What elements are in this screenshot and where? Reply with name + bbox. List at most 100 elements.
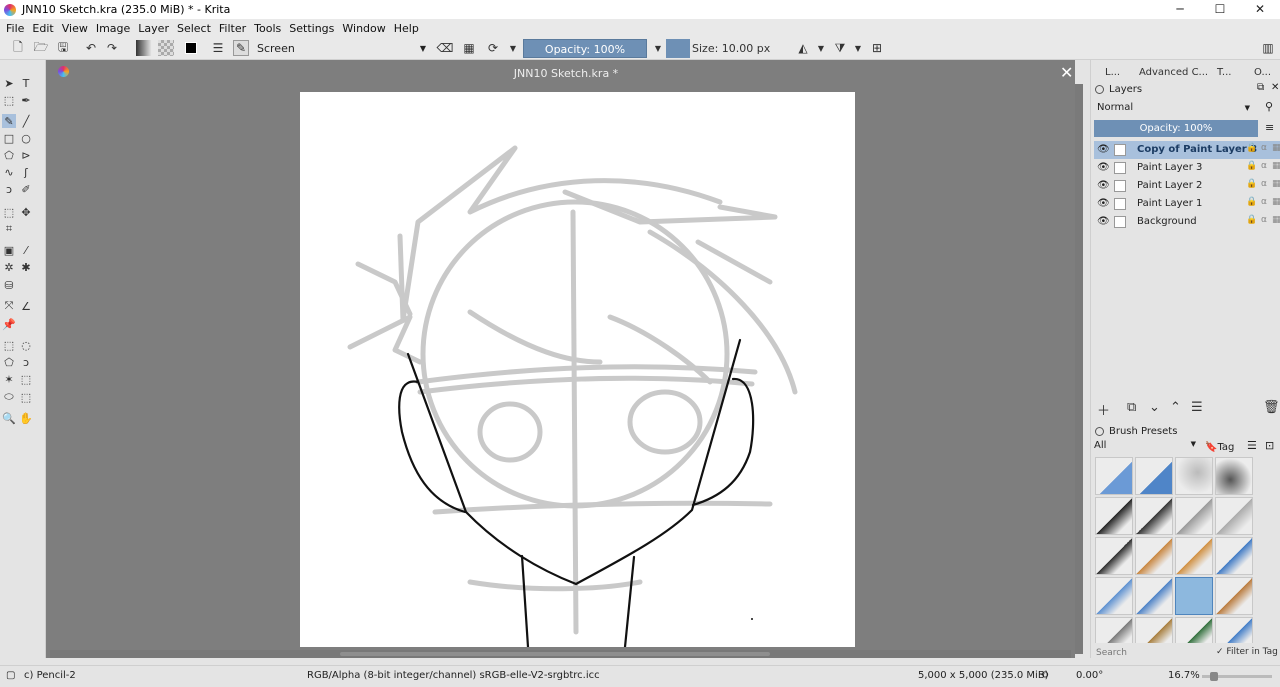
menu-image[interactable]: Image <box>96 22 130 35</box>
magnetic-selection-tool-icon[interactable]: ⬚ <box>19 390 33 404</box>
brush-preset-icon[interactable]: ✎ <box>233 40 249 56</box>
close-window-button[interactable]: ✕ <box>1240 0 1280 19</box>
smart-patch-tool-icon[interactable]: ✱ <box>19 260 33 274</box>
brush-settings-icon[interactable]: ☰ <box>210 40 226 56</box>
add-layer-icon[interactable]: ＋ <box>1097 400 1110 419</box>
rectangular-selection-tool-icon[interactable]: ⬚ <box>2 338 16 352</box>
selection-mode-icon[interactable]: ▢ <box>6 670 15 681</box>
document-tab[interactable]: JNN10 Sketch.kra * ✕ <box>46 60 1075 84</box>
drawing-canvas[interactable] <box>300 92 855 647</box>
brush-search-input[interactable]: Search <box>1094 646 1206 660</box>
brush-preset[interactable] <box>1095 537 1133 575</box>
brush-preset[interactable] <box>1215 537 1253 575</box>
eraser-mode-icon[interactable]: ⌫ <box>437 40 454 56</box>
reload-preset-icon[interactable]: ⟳ <box>485 40 501 56</box>
layer-blend-mode-select[interactable]: Normal ▼ <box>1094 100 1254 116</box>
brush-preset[interactable] <box>1095 577 1133 615</box>
freehand-path-tool-icon[interactable]: ʃ <box>19 165 33 179</box>
lock-icon[interactable]: 🔒 <box>1246 161 1257 171</box>
inherit-alpha-icon[interactable]: α <box>1261 179 1267 189</box>
duplicate-layer-icon[interactable]: ⧉ <box>1127 400 1136 415</box>
rotation-label[interactable]: 0.00° <box>1076 670 1103 681</box>
assistant-tool-icon[interactable]: ⤧ <box>2 299 16 313</box>
menu-view[interactable]: View <box>62 22 88 35</box>
move-layer-down-icon[interactable]: ⌄ <box>1149 400 1160 415</box>
tab-tool-options[interactable]: T... <box>1217 67 1231 78</box>
menu-select[interactable]: Select <box>177 22 211 35</box>
brush-preset-eraser[interactable] <box>1095 457 1133 495</box>
rotate-icon[interactable]: ⟲ <box>1040 670 1048 681</box>
visibility-eye-icon[interactable]: 👁 <box>1097 144 1110 155</box>
tab-advanced-color[interactable]: Advanced C... <box>1139 67 1208 78</box>
new-document-icon[interactable]: 🗋 <box>10 40 26 56</box>
brush-preset[interactable] <box>1175 457 1213 495</box>
transform-tool-icon[interactable]: ⬚ <box>2 205 16 219</box>
brush-preset[interactable] <box>1175 497 1213 535</box>
colorize-mask-tool-icon[interactable]: ✲ <box>2 260 16 274</box>
layer-row[interactable]: 👁 Paint Layer 1 🔒 α ▦ <box>1094 195 1280 213</box>
polyline-tool-icon[interactable]: ⊳ <box>19 148 33 162</box>
opacity-slider[interactable]: Opacity: 100% <box>523 39 647 58</box>
rectangle-tool-icon[interactable]: □ <box>2 131 16 145</box>
brush-filter-select[interactable]: All ▼ <box>1094 440 1198 455</box>
brush-preset[interactable] <box>1215 497 1253 535</box>
freehand-brush-tool-icon[interactable]: ✎ <box>2 114 16 128</box>
pan-tool-icon[interactable]: ✋ <box>19 411 33 425</box>
zoom-slider-handle[interactable] <box>1210 672 1218 681</box>
visibility-eye-icon[interactable]: 👁 <box>1097 162 1110 173</box>
mirror-vertical-icon[interactable]: ⧩ <box>832 40 848 56</box>
measure-tool-icon[interactable]: ∠ <box>19 299 33 313</box>
horizontal-scroll-thumb[interactable] <box>340 652 770 656</box>
lock-icon[interactable]: 🔒 <box>1246 143 1257 153</box>
tag-button[interactable]: 🔖 Tag <box>1205 440 1234 455</box>
bezier-selection-tool-icon[interactable]: ⬭ <box>2 390 16 404</box>
brush-preset[interactable] <box>1215 577 1253 615</box>
undo-icon[interactable]: ↶ <box>83 40 99 56</box>
fg-bg-color-icon[interactable] <box>183 40 199 56</box>
filter-in-tag-checkbox[interactable]: ✓ Filter in Tag <box>1216 647 1278 657</box>
menu-edit[interactable]: Edit <box>32 22 53 35</box>
layer-row[interactable]: 👁 Background 🔒 α ▦ <box>1094 213 1280 231</box>
brush-preset[interactable] <box>1095 617 1133 643</box>
size-slider[interactable]: Size: 10.00 px <box>666 39 788 58</box>
brush-preset[interactable] <box>1135 457 1173 495</box>
layer-properties-icon[interactable]: ☰ <box>1191 400 1203 415</box>
elliptical-selection-tool-icon[interactable]: ◌ <box>19 338 33 352</box>
line-tool-icon[interactable]: ╱ <box>19 114 33 128</box>
contiguous-selection-tool-icon[interactable]: ✶ <box>2 372 16 386</box>
chevron-down-icon[interactable]: ▼ <box>813 40 829 56</box>
layer-row[interactable]: 👁 Copy of Paint Layer 3 🔒 α ▦ <box>1094 141 1280 159</box>
storage-icon[interactable]: ⊡ <box>1265 439 1274 452</box>
layer-row[interactable]: 👁 Paint Layer 3 🔒 α ▦ <box>1094 159 1280 177</box>
multibrush-tool-icon[interactable]: ✐ <box>19 182 33 196</box>
inherit-alpha-icon[interactable]: α <box>1261 215 1267 225</box>
menu-file[interactable]: File <box>6 22 24 35</box>
color-picker-tool-icon[interactable]: ⁄ <box>19 243 33 257</box>
pattern-swatch-icon[interactable] <box>158 40 174 56</box>
save-icon[interactable]: 🖫 <box>55 40 71 56</box>
brush-preset[interactable] <box>1135 497 1173 535</box>
filter-icon[interactable]: ⚲ <box>1265 100 1273 113</box>
dynamic-brush-tool-icon[interactable]: ↄ <box>2 182 16 196</box>
alpha-lock-icon[interactable]: ▦ <box>1272 161 1280 171</box>
canvas-area[interactable]: JNN10 Sketch.kra * ✕ <box>46 60 1083 658</box>
inherit-alpha-icon[interactable]: α <box>1261 197 1267 207</box>
lock-icon[interactable]: 🔒 <box>1246 179 1257 189</box>
reference-images-tool-icon[interactable]: 📌 <box>2 317 16 331</box>
wrap-around-icon[interactable]: ⊞ <box>869 40 885 56</box>
list-view-icon[interactable]: ☰ <box>1247 439 1257 452</box>
menu-layer[interactable]: Layer <box>138 22 169 35</box>
alpha-lock-icon[interactable]: ▦ <box>1272 197 1280 207</box>
brush-preset[interactable] <box>1175 537 1213 575</box>
polygonal-selection-tool-icon[interactable]: ⬠ <box>2 355 16 369</box>
preserve-alpha-icon[interactable]: ▦ <box>461 40 477 56</box>
mirror-horizontal-icon[interactable]: ◭ <box>795 40 811 56</box>
bezier-tool-icon[interactable]: ∿ <box>2 165 16 179</box>
blend-mode-select[interactable]: Screen ▼ <box>254 39 430 58</box>
horizontal-scrollbar[interactable] <box>50 650 1071 658</box>
delete-layer-icon[interactable]: 🗑 <box>1263 400 1280 415</box>
menu-filter[interactable]: Filter <box>219 22 246 35</box>
crop-tool-icon[interactable]: ⌗ <box>2 222 16 236</box>
zoom-slider[interactable] <box>1202 672 1272 681</box>
gradient-swatch-icon[interactable] <box>136 40 152 56</box>
